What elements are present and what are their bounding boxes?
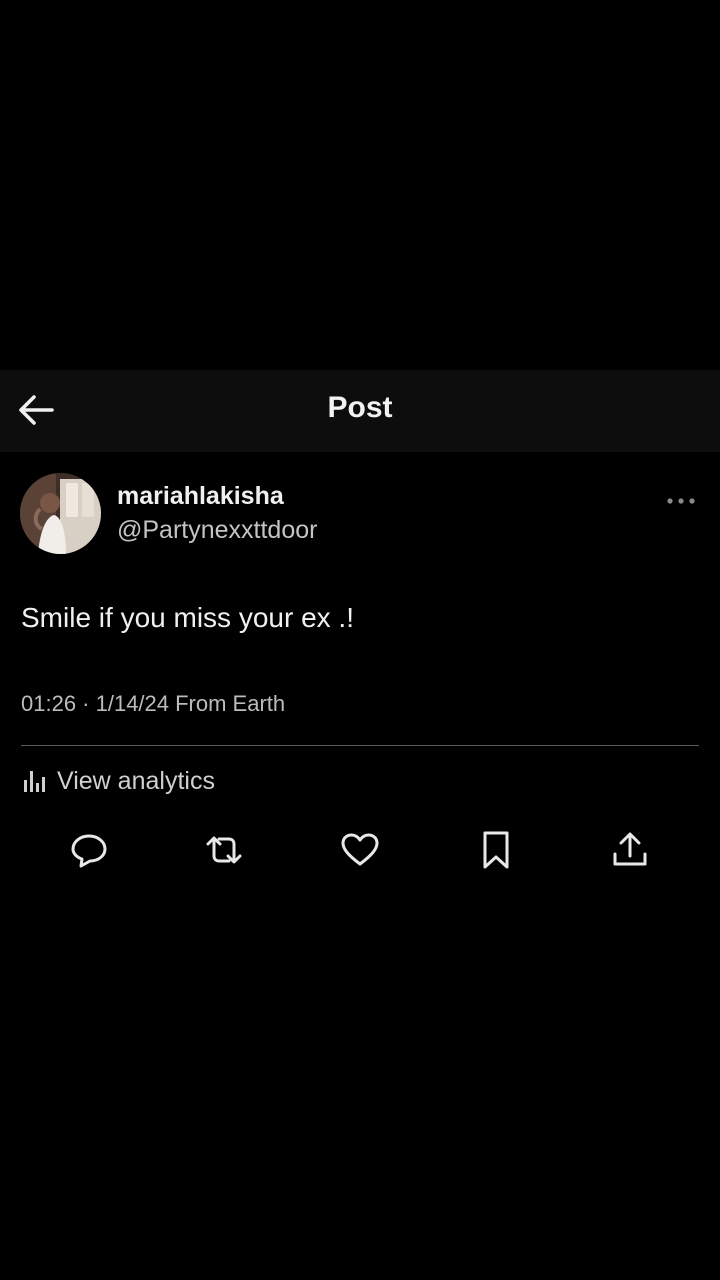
share-button[interactable] [608,828,652,872]
page-title: Post [327,391,393,424]
more-options-button[interactable] [662,487,700,515]
post-timestamp: 01:26 · 1/14/24 From Earth [21,691,286,716]
reply-button[interactable] [67,828,111,872]
share-icon [613,832,647,866]
more-dots-icon [667,498,695,504]
avatar-photo [20,473,101,554]
bookmark-icon [483,831,509,869]
author-handle[interactable]: @Partynexxttdoor [117,516,317,545]
top-bar: Post [0,370,720,452]
author-display-name[interactable]: mariahlakisha [117,482,284,511]
repost-icon [206,836,242,864]
repost-button[interactable] [202,828,246,872]
post-screen: Post mariahlakisha @Partynexxttdoor Smil… [0,0,720,1280]
view-analytics-link[interactable]: View analytics [21,764,215,798]
view-analytics-label: View analytics [57,766,215,795]
like-button[interactable] [338,828,382,872]
avatar[interactable] [20,473,101,554]
bookmark-button[interactable] [474,828,518,872]
heart-icon [341,833,379,866]
divider [21,745,699,746]
post-text: Smile if you miss your ex .! [21,602,354,633]
analytics-icon [24,771,45,792]
reply-icon [71,834,107,868]
